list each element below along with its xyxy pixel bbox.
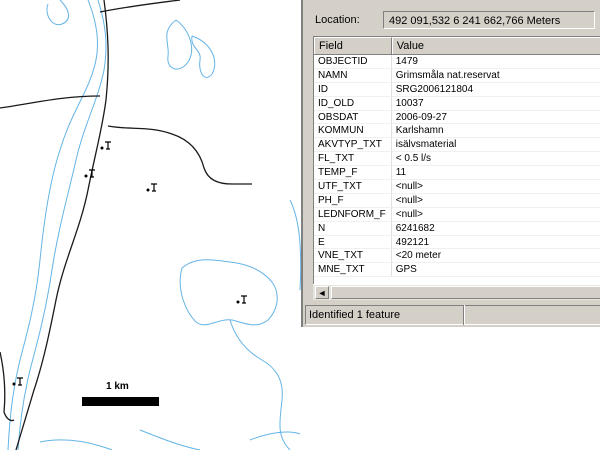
road-left-branch — [0, 95, 101, 109]
field-value-cell: Grimsmåla nat.reservat — [391, 69, 600, 83]
road-top-right — [99, 0, 181, 13]
table-row[interactable]: NAMN Grimsmåla nat.reservat — [314, 68, 600, 83]
scale-bar-label: 1 km — [106, 381, 129, 392]
field-value-cell: 492121 — [391, 236, 600, 250]
field-value-cell: <20 meter — [391, 249, 600, 264]
field-value-cell: 11 — [391, 166, 600, 181]
field-value-cell: <null> — [391, 208, 600, 222]
location-row: Location: 492 091,532 6 241 662,766 Mete… — [311, 8, 595, 32]
table-row[interactable]: VNE_TXT <20 meter — [314, 249, 600, 264]
field-name-cell: OBJECTID — [314, 55, 392, 69]
lake-top — [46, 0, 69, 26]
table-row[interactable]: KOMMUN Karlshamn — [314, 124, 600, 139]
table-row[interactable]: PH_F <null> — [314, 193, 600, 208]
table-row[interactable]: FL_TXT < 0.5 l/s — [314, 152, 600, 167]
spring-marker-icon — [12, 377, 23, 386]
spring-marker-icon — [146, 183, 157, 192]
column-header-field[interactable]: Field — [314, 37, 392, 54]
stream-right — [289, 199, 302, 291]
table-row[interactable]: ID_OLD 10037 — [314, 96, 600, 111]
status-bar-text: Identified 1 feature — [305, 305, 600, 325]
stream-bottom — [139, 429, 201, 450]
field-value-cell: 1479 — [391, 55, 600, 69]
field-name-cell: AKVTYP_TXT — [314, 138, 392, 153]
spring-marker-icon — [236, 295, 247, 304]
table-row[interactable]: OBSDAT 2006-09-27 — [314, 110, 600, 125]
lake-mid — [179, 259, 278, 326]
field-value-cell: SRG2006121804 — [391, 83, 600, 97]
lake-bottom — [39, 439, 113, 450]
road-east — [107, 125, 252, 185]
field-name-cell: KOMMUN — [314, 124, 392, 139]
table-row[interactable]: ID SRG2006121804 — [314, 82, 600, 97]
field-name-cell: VNE_TXT — [314, 249, 392, 264]
field-name-cell: OBSDAT — [314, 110, 392, 125]
field-value-cell: 10037 — [391, 97, 600, 111]
field-name-cell: E — [314, 235, 392, 250]
wetland-1 — [166, 19, 192, 70]
spring-marker-icon — [84, 169, 95, 178]
table-body: OBJECTID 1479 NAMN Grimsmåla nat.reservat ID… — [314, 55, 600, 278]
table-row[interactable]: N 6241682 — [314, 221, 600, 236]
table-row[interactable]: OBJECTID 1479 — [314, 55, 600, 69]
scrollbar-thumb[interactable] — [331, 286, 600, 299]
field-name-cell: LEDNFORM_F — [314, 207, 392, 222]
column-header-value[interactable]: Value — [391, 37, 600, 54]
location-field[interactable]: 492 091,532 6 241 662,766 Meters — [383, 11, 595, 29]
stream-mid — [229, 319, 291, 450]
field-name-cell: UTF_TXT — [314, 180, 392, 194]
wetland-2 — [191, 35, 216, 78]
field-value-cell: < 0.5 l/s — [391, 152, 600, 167]
field-name-cell: ID — [314, 82, 392, 97]
field-value-cell: isälvsmaterial — [391, 138, 600, 153]
field-value-cell: <null> — [391, 194, 600, 208]
field-name-cell: PH_F — [314, 193, 392, 208]
field-value-cell: <null> — [391, 180, 600, 194]
river-left-bank — [7, 0, 99, 450]
attribute-table[interactable]: Field Value OBJECTID 1479 NAMN Grimsmåla na… — [313, 36, 600, 300]
field-name-cell: MNE_TXT — [314, 263, 392, 278]
field-name-cell: FL_TXT — [314, 152, 392, 167]
table-row[interactable]: AKVTYP_TXT isälvsmaterial — [314, 138, 600, 153]
field-value-cell: GPS — [391, 263, 600, 278]
field-name-cell: NAMN — [314, 68, 392, 83]
identify-results-window: Location: 492 091,532 6 241 662,766 Mete… — [301, 0, 600, 327]
scroll-left-arrow-icon[interactable]: ◄ — [315, 286, 329, 299]
field-name-cell: N — [314, 221, 392, 236]
field-name-cell: ID_OLD — [314, 96, 392, 111]
field-value-cell: Karlshamn — [391, 124, 600, 139]
field-value-cell: 6241682 — [391, 222, 600, 236]
spring-marker-icon — [100, 141, 111, 150]
road-southwest — [0, 351, 15, 422]
table-row[interactable]: TEMP_F 11 — [314, 166, 600, 181]
field-name-cell: TEMP_F — [314, 166, 392, 181]
location-label: Location: — [315, 14, 360, 26]
table-row[interactable]: UTF_TXT <null> — [314, 180, 600, 194]
table-header: Field Value — [314, 37, 600, 55]
shore-bottom-right — [249, 431, 301, 441]
river-right-bank — [17, 0, 107, 450]
table-row[interactable]: E 492121 — [314, 235, 600, 250]
table-row[interactable]: MNE_TXT GPS — [314, 263, 600, 278]
scale-bar — [82, 397, 159, 406]
field-value-cell: 2006-09-27 — [391, 111, 600, 125]
table-row[interactable]: LEDNFORM_F <null> — [314, 207, 600, 222]
status-bar-divider — [463, 305, 465, 325]
horizontal-scrollbar[interactable]: ◄ — [313, 284, 600, 300]
